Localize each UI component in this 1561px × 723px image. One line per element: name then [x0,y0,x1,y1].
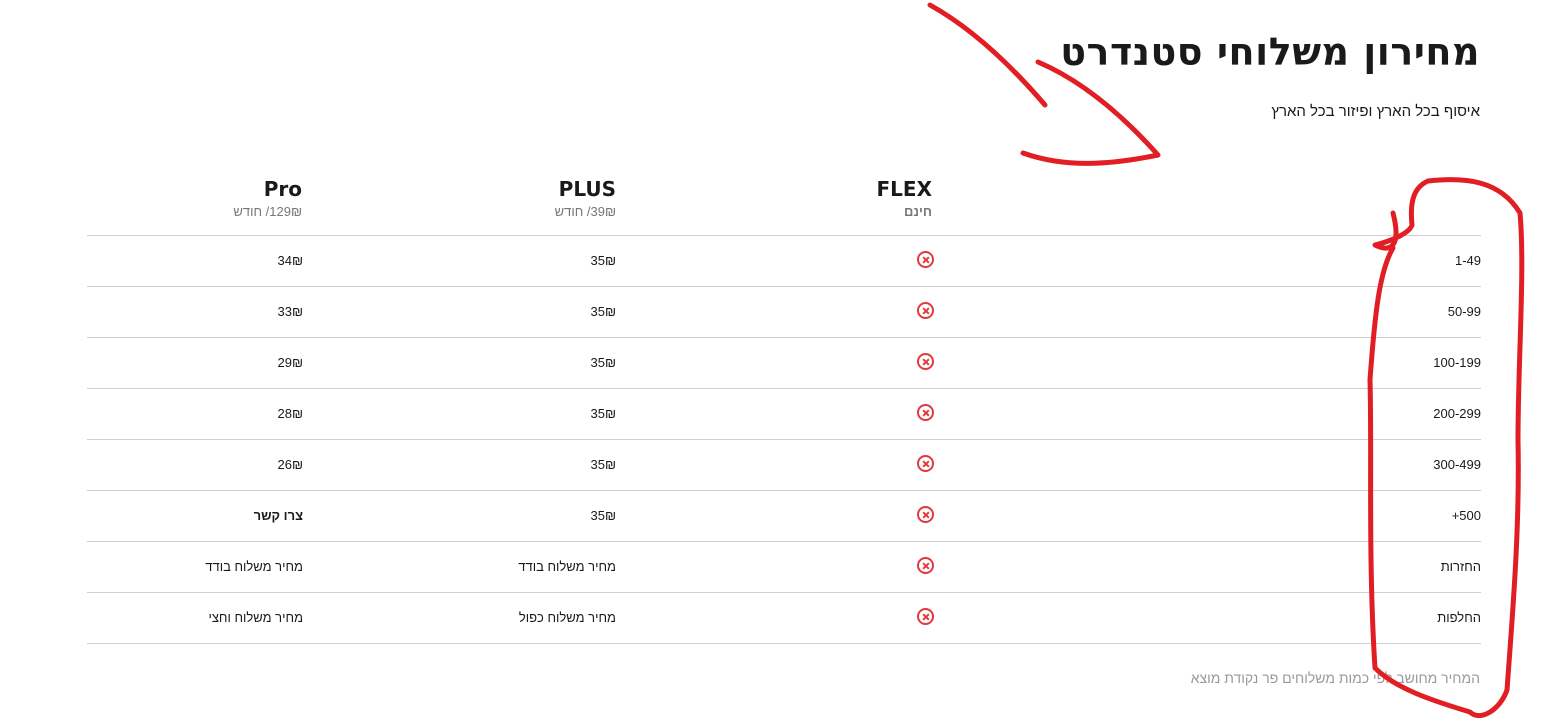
row-label: החזרות [1440,559,1481,574]
page-subtitle: איסוף בכל הארץ ופיזור בכל הארץ [1271,103,1480,120]
table-header-row: Pro 129₪/ חודש PLUS 39₪/ חודש FLEX חינם [87,174,1481,236]
row-label: 200-299 [1433,406,1481,421]
plus-cell: מחיר משלוח כפול [518,610,616,625]
plus-cell: 35₪ [590,304,617,319]
pro-cell: מחיר משלוח וחצי [208,610,303,625]
plus-cell: מחיר משלוח בודד [518,559,616,574]
plan-name: PLUS [558,177,616,201]
row-label: 300-499 [1433,457,1481,472]
plan-price: 129₪/ חודש [233,204,302,219]
contact-us-link[interactable]: צרו קשר [254,491,303,541]
row-label: החלפות [1437,610,1481,625]
plan-header-flex: FLEX חינם [877,178,933,219]
plus-cell: 35₪ [590,457,617,472]
plan-name: FLEX [876,177,933,201]
pro-cell: 33₪ [277,304,304,319]
table-row: החזרות מחיר משלוח בודד מחיר משלוח בודד [87,542,1481,593]
x-circle-icon [917,404,934,421]
table-row: 200-299 35₪ 28₪ [87,389,1481,440]
flex-cell [917,557,934,577]
plus-cell: 35₪ [590,508,617,523]
table-row: 1-49 35₪ 34₪ [87,236,1481,287]
plus-cell: 35₪ [590,406,617,421]
plan-header-plus: PLUS 39₪/ חודש [555,178,616,219]
annotation-arrow-stroke [1020,59,1161,166]
flex-cell [917,251,934,271]
x-circle-icon [917,455,934,472]
plus-cell: 35₪ [590,253,617,268]
flex-cell [917,455,934,475]
plan-price: 39₪/ חודש [554,204,616,219]
x-circle-icon [917,557,934,574]
plan-name: Pro [263,177,302,201]
table-row: 300-499 35₪ 26₪ [87,440,1481,491]
pro-cell: 29₪ [277,355,304,370]
table-row: 50-99 35₪ 33₪ [87,287,1481,338]
row-label: 500+ [1451,508,1481,523]
annotation-arrow-stroke [927,2,1048,108]
x-circle-icon [917,608,934,625]
pro-cell: מחיר משלוח בודד [205,559,303,574]
table-row: 500+ 35₪ צרו קשר [87,491,1481,542]
page-title: מחירון משלוחי סטנדרט [1060,30,1480,74]
table-row: 100-199 35₪ 29₪ [87,338,1481,389]
plus-cell: 35₪ [590,355,617,370]
x-circle-icon [917,302,934,319]
x-circle-icon [917,251,934,268]
plan-header-pro: Pro 129₪/ חודש [233,178,302,219]
pricing-table: Pro 129₪/ חודש PLUS 39₪/ חודש FLEX חינם … [87,174,1481,644]
pro-cell: 28₪ [277,406,304,421]
footnote: המחיר מחושב לפי כמות משלוחים פר נקודת מו… [1190,670,1480,686]
row-label: 1-49 [1454,253,1481,268]
flex-cell [917,353,934,373]
x-circle-icon [917,506,934,523]
flex-cell [917,608,934,628]
flex-cell [917,302,934,322]
pro-cell: 34₪ [277,253,304,268]
row-label: 100-199 [1433,355,1481,370]
flex-cell [917,404,934,424]
x-circle-icon [917,353,934,370]
flex-cell [917,506,934,526]
plan-price: חינם [904,204,932,219]
row-label: 50-99 [1447,304,1481,319]
pro-cell: 26₪ [277,457,304,472]
table-row: החלפות מחיר משלוח כפול מחיר משלוח וחצי [87,593,1481,644]
